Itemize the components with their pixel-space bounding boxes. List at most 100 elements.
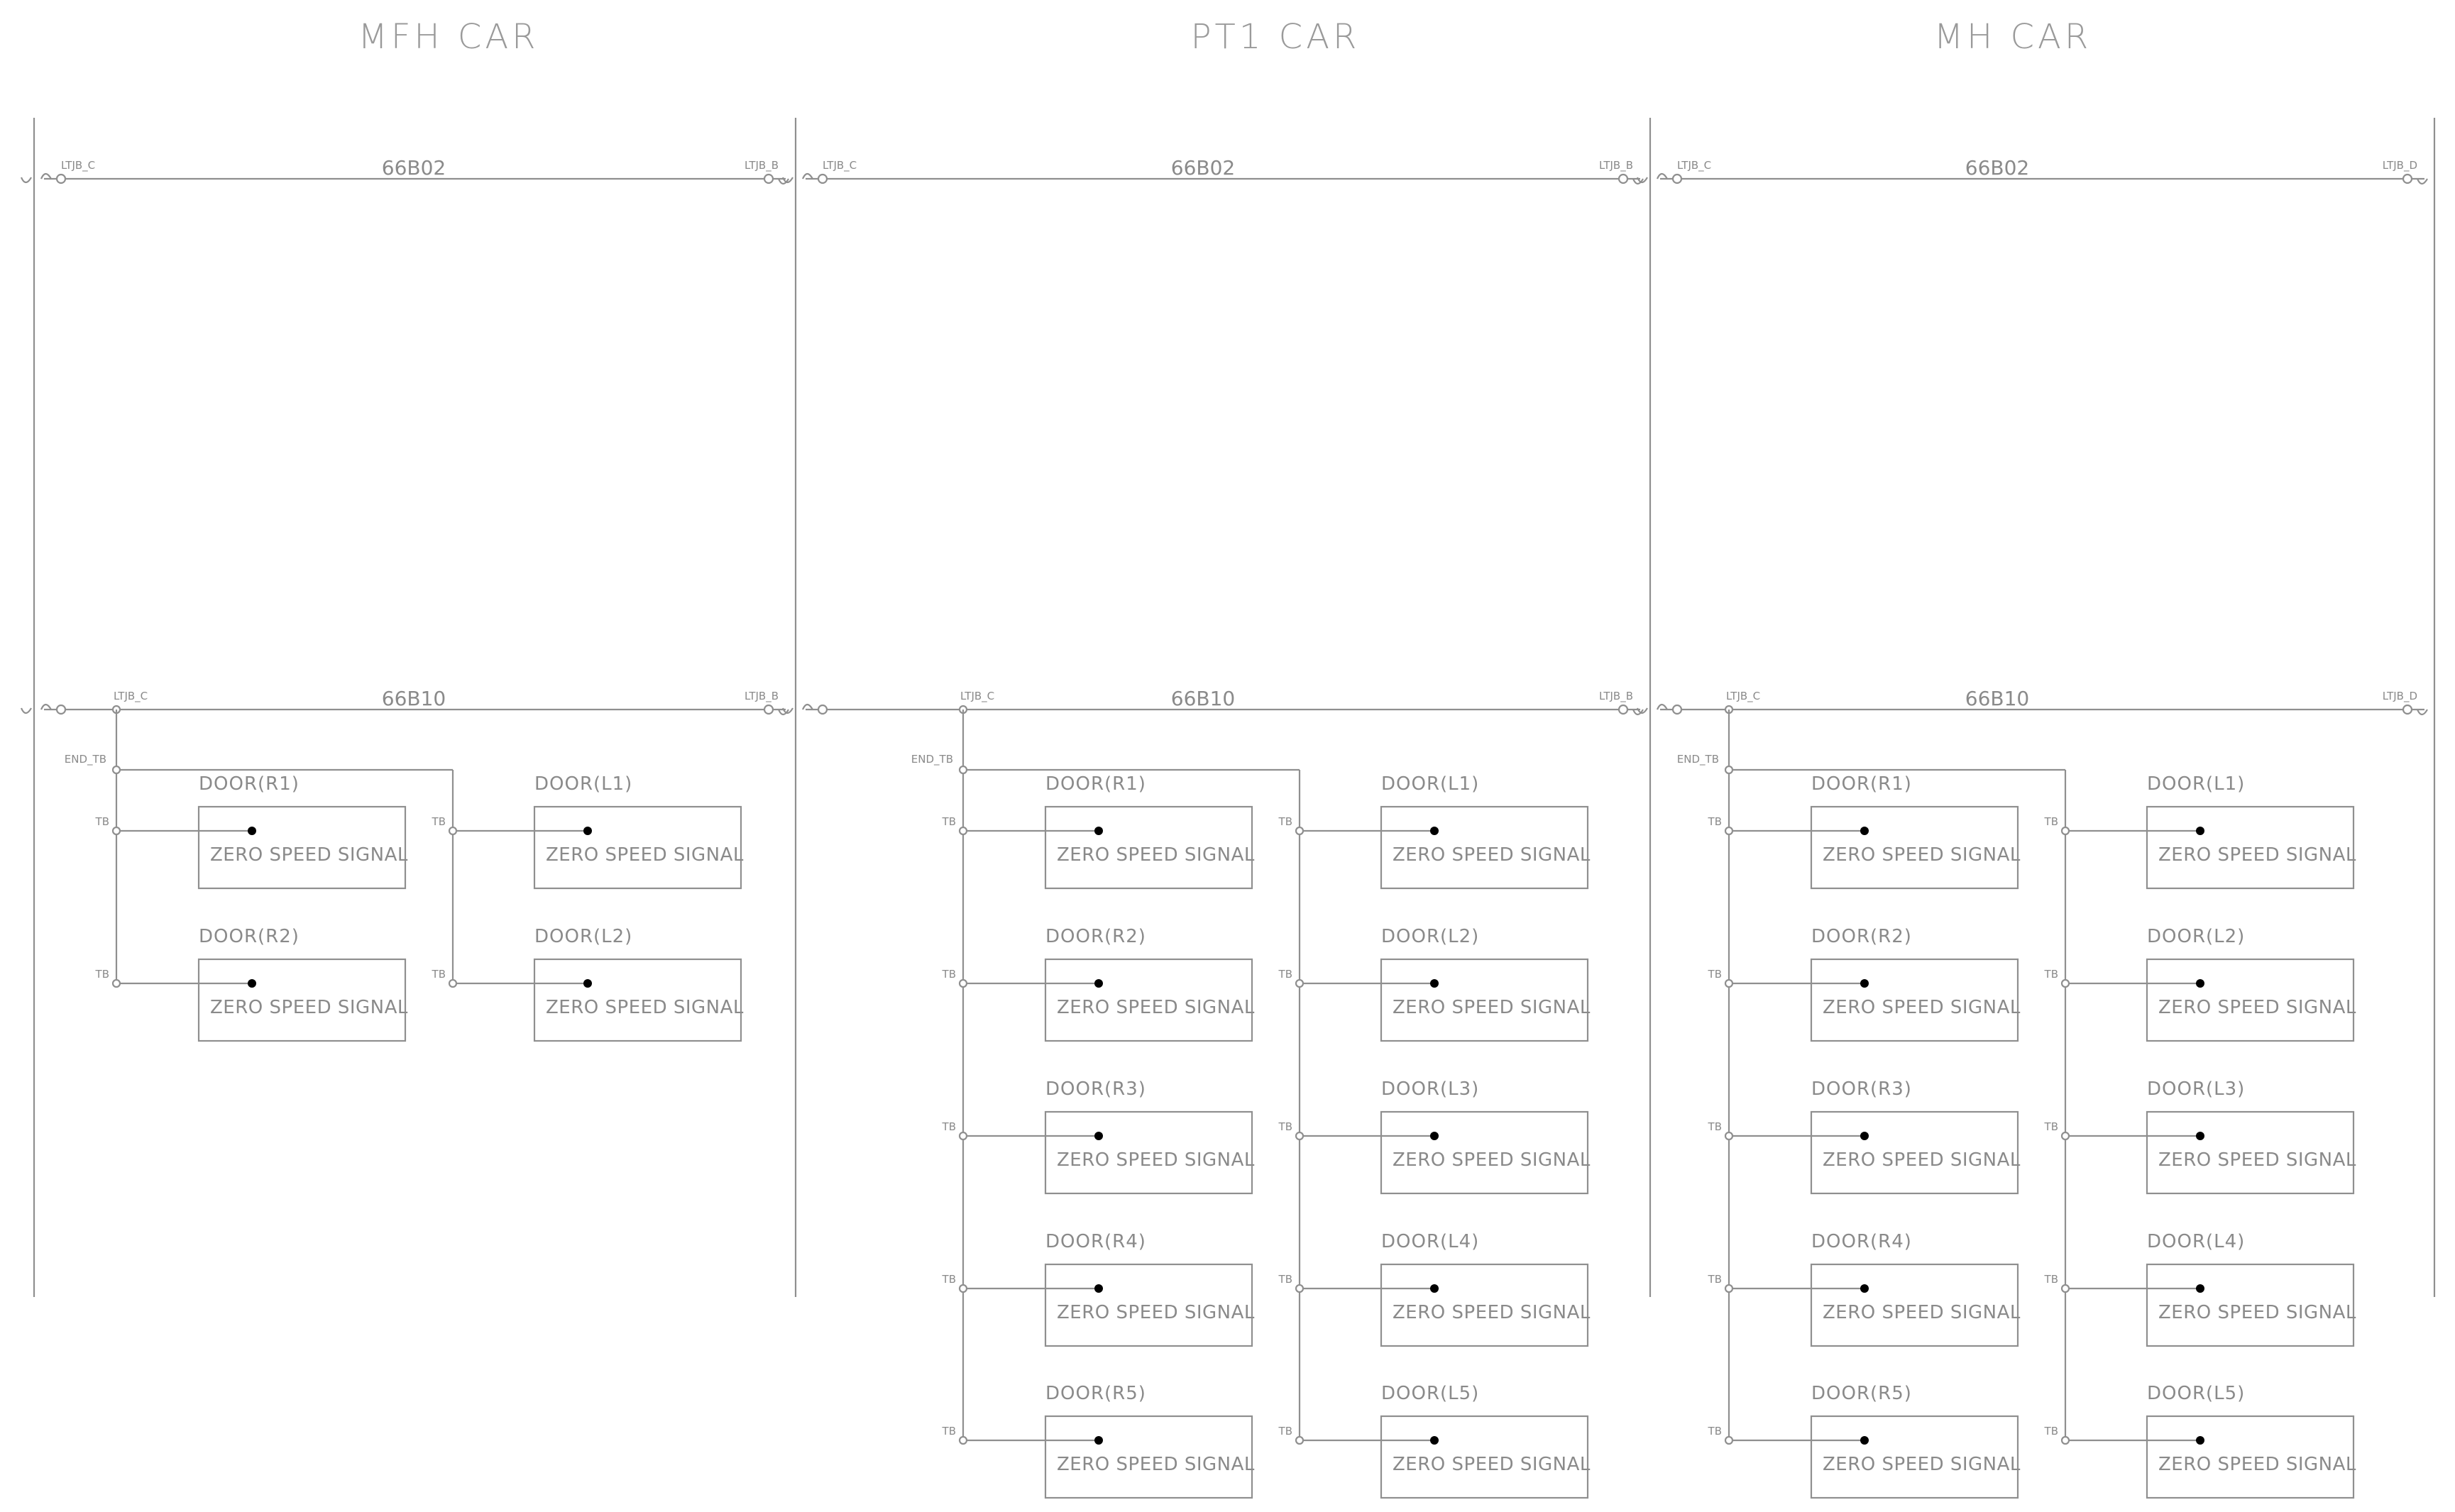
signal-node-dot [2196, 979, 2204, 988]
zero-speed-signal-text: ZERO SPEED SIGNAL [210, 997, 408, 1018]
signal-node-dot [1430, 827, 1439, 835]
terminal-circle [763, 173, 774, 184]
bus-66b02: LTJB_C LTJB_B 66B02 [781, 156, 1644, 185]
bus-66b02: LTJB_C LTJB_D 66B02 [1636, 156, 2428, 185]
door-label: DOOR(R2) [1811, 926, 1912, 947]
terminal-circle [763, 704, 774, 715]
tb-label: TB [1278, 1273, 1292, 1286]
right-terminal-tag: LTJB_B [1599, 159, 1633, 172]
door-left-unit: DOOR(L2) ZERO SPEED SIGNAL TB [1278, 926, 1590, 1042]
left-terminal-tag: LTJB_C [114, 690, 148, 703]
door-label: DOOR(R5) [1811, 1383, 1912, 1404]
tb-label: TB [2044, 815, 2058, 828]
door-label: DOOR(L1) [2147, 773, 2245, 795]
zero-speed-signal-text: ZERO SPEED SIGNAL [1057, 997, 1255, 1018]
tb-terminal [2060, 1435, 2070, 1445]
tb-terminal [958, 1284, 968, 1293]
car-title: MFH CAR [358, 17, 539, 57]
bus-label: 66B10 [1965, 687, 2029, 710]
tb-label: TB [942, 815, 956, 828]
signal-node-dot [1094, 827, 1103, 835]
door-left-unit: DOOR(L1) ZERO SPEED SIGNAL TB [432, 773, 743, 890]
end-tb-label: END_TB [65, 753, 106, 766]
signal-node-dot [583, 827, 592, 835]
door-label: DOOR(L1) [1381, 773, 1479, 795]
terminal-circle [1618, 704, 1629, 715]
tb-terminal [1724, 826, 1734, 836]
zero-speed-signal-text: ZERO SPEED SIGNAL [2158, 1302, 2356, 1323]
door-right-unit: DOOR(R4) ZERO SPEED SIGNAL TB [942, 1231, 1254, 1347]
signal-node-dot [1430, 1436, 1439, 1445]
tb-label: TB [2044, 1425, 2058, 1437]
terminal-circle [1671, 704, 1683, 715]
signal-node-dot [2196, 1284, 2204, 1293]
zero-speed-signal-text: ZERO SPEED SIGNAL [1393, 1149, 1591, 1171]
terminal-circle [1618, 173, 1629, 184]
bus-66b10: LTJB_C LTJB_B 66B10 [781, 687, 1644, 716]
tb-terminal [1724, 1131, 1734, 1141]
car-section: PT1 CAR LTJB_C LTJB_B 66B02 LTJB_C LTJB_B 66B1… [781, 17, 1644, 1499]
zero-speed-signal-text: ZERO SPEED SIGNAL [1057, 1149, 1255, 1171]
tb-label: TB [942, 1273, 956, 1286]
tb-label: TB [1708, 815, 1722, 828]
door-label: DOOR(R1) [1045, 773, 1146, 795]
zero-speed-signal-text: ZERO SPEED SIGNAL [1823, 997, 2021, 1018]
door-left-unit: DOOR(L5) ZERO SPEED SIGNAL TB [2044, 1383, 2356, 1499]
car-title: PT1 CAR [1191, 17, 1361, 57]
tb-terminal [111, 978, 121, 988]
tb-label: TB [1708, 968, 1722, 981]
door-label: DOOR(R4) [1811, 1231, 1912, 1252]
door-left-unit: DOOR(L2) ZERO SPEED SIGNAL TB [2044, 926, 2356, 1042]
signal-node-dot [1860, 827, 1869, 835]
terminal-circle [2402, 173, 2413, 184]
terminal-circle [817, 704, 828, 715]
signal-node-dot [1094, 1284, 1103, 1293]
door-label: DOOR(R2) [1045, 926, 1146, 947]
tb-label: TB [95, 815, 109, 828]
door-label: DOOR(L2) [1381, 926, 1479, 947]
tb-label: TB [1708, 1425, 1722, 1437]
door-right-unit: DOOR(R1) ZERO SPEED SIGNAL TB [942, 773, 1254, 890]
door-left-unit: DOOR(L3) ZERO SPEED SIGNAL TB [2044, 1078, 2356, 1195]
bus-label: 66B02 [382, 156, 446, 180]
signal-node-dot [2196, 1436, 2204, 1445]
zero-speed-signal-text: ZERO SPEED SIGNAL [2158, 1149, 2356, 1171]
tb-terminal [1724, 1435, 1734, 1445]
signal-node-dot [1860, 1132, 1869, 1140]
door-right-unit: DOOR(R2) ZERO SPEED SIGNAL TB [95, 926, 408, 1042]
tb-label: TB [1278, 1425, 1292, 1437]
connector-hook [20, 177, 32, 184]
terminal-circle [55, 173, 67, 184]
right-terminal-tag: LTJB_D [2383, 690, 2417, 703]
signal-node-dot [248, 827, 256, 835]
tb-label: TB [1278, 815, 1292, 828]
door-left-unit: DOOR(L2) ZERO SPEED SIGNAL TB [432, 926, 744, 1042]
zero-speed-signal-text: ZERO SPEED SIGNAL [1393, 1302, 1591, 1323]
connector-hook [20, 707, 32, 714]
terminal-circle [2402, 704, 2413, 715]
zero-speed-signal-text: ZERO SPEED SIGNAL [1823, 1302, 2021, 1323]
door-label: DOOR(L4) [2147, 1231, 2245, 1252]
zero-speed-signal-text: ZERO SPEED SIGNAL [546, 997, 744, 1018]
tb-label: TB [432, 968, 446, 981]
signal-node-dot [1430, 979, 1439, 988]
zero-speed-signal-text: ZERO SPEED SIGNAL [2158, 1454, 2356, 1475]
signal-node-dot [583, 979, 592, 988]
door-label: DOOR(R4) [1045, 1231, 1146, 1252]
door-label: DOOR(L2) [534, 926, 632, 947]
tb-label: TB [2044, 968, 2058, 981]
zero-speed-signal-text: ZERO SPEED SIGNAL [210, 844, 408, 866]
car-section: MH CAR LTJB_C LTJB_D 66B02 LTJB_C LTJB_D 66B10… [1636, 17, 2428, 1499]
car-section: MFH CAR LTJB_C LTJB_B 66B02 LTJB_C LTJB_B 66B1… [20, 17, 789, 1042]
tb-terminal [1295, 1131, 1305, 1141]
signal-node-dot [1860, 1436, 1869, 1445]
door-left-unit: DOOR(L5) ZERO SPEED SIGNAL TB [1278, 1383, 1590, 1499]
right-terminal-tag: LTJB_B [1599, 690, 1633, 703]
tb-terminal [958, 1131, 968, 1141]
tb-label: TB [942, 1120, 956, 1133]
tb-terminal [1295, 1284, 1305, 1293]
tb-terminal [958, 1435, 968, 1445]
door-left-unit: DOOR(L4) ZERO SPEED SIGNAL TB [2044, 1231, 2356, 1347]
signal-node-dot [2196, 1132, 2204, 1140]
bus-66b10: LTJB_C LTJB_B 66B10 [20, 687, 789, 716]
